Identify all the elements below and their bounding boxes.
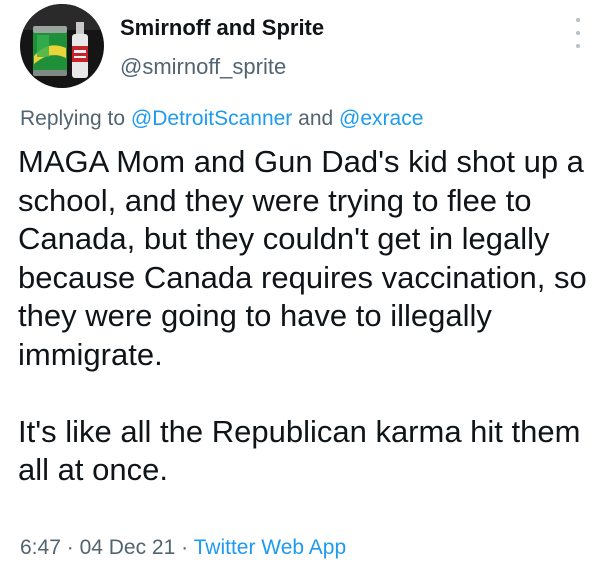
tweet-paragraph: MAGA Mom and Gun Dad's kid shot up a sch… <box>18 144 587 372</box>
more-options-icon[interactable] <box>571 18 585 48</box>
mention-link[interactable]: @exrace <box>339 107 423 130</box>
more-dot <box>576 18 580 22</box>
more-dot <box>576 31 580 35</box>
tweet-text: MAGA Mom and Gun Dad's kid shot up a sch… <box>18 143 593 490</box>
mention-link[interactable]: @DetroitScanner <box>131 107 292 130</box>
replying-to-line: Replying to @DetroitScanner and @exrace <box>20 107 423 131</box>
meta-separator: · <box>66 536 74 559</box>
replying-to-label: Replying to <box>20 107 126 130</box>
tweet-time[interactable]: 6:47 <box>20 536 61 559</box>
tweet-meta: 6:47 · 04 Dec 21 · Twitter Web App <box>20 536 346 560</box>
tweet-paragraph: It's like all the Republican karma hit t… <box>18 413 581 488</box>
tweet-source-link[interactable]: Twitter Web App <box>194 536 347 559</box>
author-display-name[interactable]: Smirnoff and Sprite <box>120 15 324 41</box>
author-handle[interactable]: @smirnoff_sprite <box>120 54 286 80</box>
tweet-date[interactable]: 04 Dec 21 <box>80 536 176 559</box>
avatar-image <box>20 4 104 88</box>
avatar[interactable] <box>20 4 104 88</box>
replying-conjunction: and <box>298 107 334 130</box>
more-dot <box>576 44 580 48</box>
meta-separator: · <box>181 536 189 559</box>
tweet: Smirnoff and Sprite @smirnoff_sprite Rep… <box>0 0 600 577</box>
